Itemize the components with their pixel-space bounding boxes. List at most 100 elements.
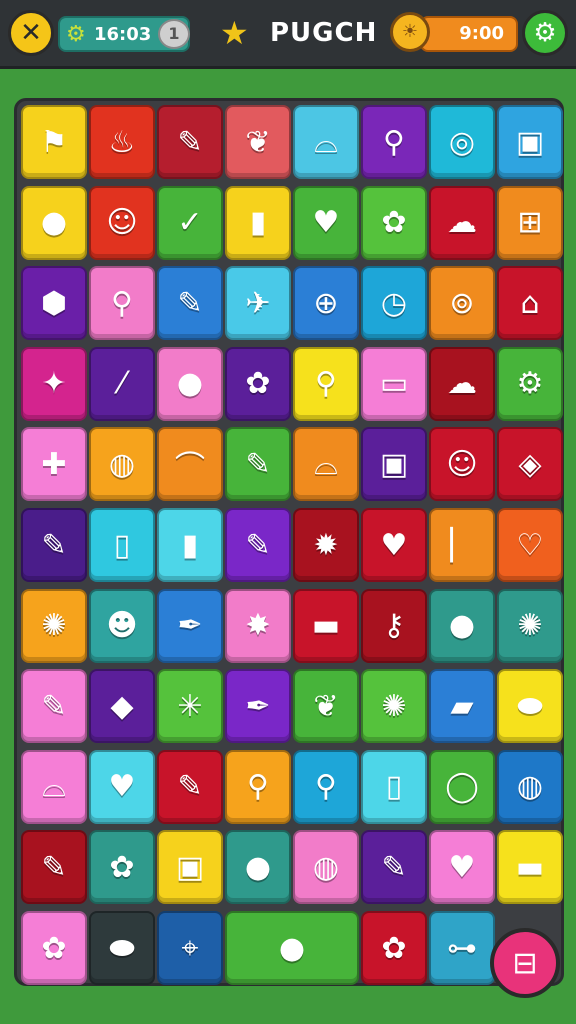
- tile[interactable]: ⌓: [293, 427, 359, 502]
- tile[interactable]: ⁄: [89, 346, 155, 421]
- tile[interactable]: ☁: [429, 185, 495, 260]
- tile[interactable]: ✳: [157, 669, 223, 744]
- tile[interactable]: ✿: [89, 830, 155, 905]
- tile[interactable]: ✿: [21, 911, 87, 985]
- tile[interactable]: ▬: [293, 588, 359, 663]
- pen-icon: ▏: [450, 527, 474, 563]
- tile[interactable]: ✓: [157, 185, 223, 260]
- tile[interactable]: ▣: [361, 427, 427, 502]
- action-button[interactable]: ⊟: [490, 928, 560, 998]
- tile[interactable]: ♥: [429, 830, 495, 905]
- tile[interactable]: ✺: [497, 588, 563, 663]
- tile[interactable]: ⬬: [89, 911, 155, 985]
- pencil-icon: ✎: [177, 769, 203, 805]
- tile[interactable]: ✦: [21, 346, 87, 421]
- tile[interactable]: ✿: [361, 185, 427, 260]
- tile[interactable]: ▭: [361, 346, 427, 421]
- tile[interactable]: ✒: [225, 669, 291, 744]
- tile[interactable]: ▣: [157, 830, 223, 905]
- pencil-icon: ✎: [41, 688, 67, 724]
- tile[interactable]: ●: [157, 346, 223, 421]
- tile[interactable]: ●: [225, 911, 359, 985]
- close-button[interactable]: ✕: [8, 10, 54, 56]
- tile[interactable]: ⚲: [293, 346, 359, 421]
- tile[interactable]: ✺: [21, 588, 87, 663]
- tile[interactable]: ✈: [225, 266, 291, 341]
- tile[interactable]: ✎: [361, 830, 427, 905]
- tile[interactable]: ✎: [157, 105, 223, 179]
- tile[interactable]: ✎: [225, 508, 291, 582]
- tile[interactable]: ☺: [89, 185, 155, 260]
- tile[interactable]: ⌖: [157, 911, 223, 985]
- shoe-icon: ⌓: [314, 124, 338, 160]
- tile[interactable]: ▏: [429, 508, 495, 582]
- tile[interactable]: ⌓: [293, 105, 359, 179]
- tile[interactable]: ☁: [429, 346, 495, 421]
- tile[interactable]: ✿: [361, 911, 427, 985]
- tile[interactable]: ⌓: [21, 749, 87, 824]
- tile[interactable]: ❦: [225, 105, 291, 179]
- tile[interactable]: ⚲: [361, 105, 427, 179]
- tile[interactable]: ▮: [157, 508, 223, 582]
- tile[interactable]: ❦: [293, 669, 359, 744]
- tile[interactable]: ♥: [293, 185, 359, 260]
- heart-icon: ♥: [108, 769, 136, 805]
- tile[interactable]: ✿: [225, 346, 291, 421]
- tile[interactable]: ⌒: [157, 427, 223, 502]
- cup-icon: ✿: [381, 205, 407, 241]
- tile[interactable]: ⊶: [429, 911, 495, 985]
- tile[interactable]: ♥: [89, 749, 155, 824]
- tile[interactable]: ◍: [89, 427, 155, 502]
- tile[interactable]: ▯: [361, 749, 427, 824]
- tile[interactable]: ♥: [361, 508, 427, 582]
- tile[interactable]: ⊕: [293, 266, 359, 341]
- tile[interactable]: ♨: [89, 105, 155, 179]
- lock-icon: ⌂: [520, 285, 540, 321]
- tile[interactable]: ●: [21, 185, 87, 260]
- tile[interactable]: ▯: [89, 508, 155, 582]
- tile[interactable]: ⊚: [429, 266, 495, 341]
- tile[interactable]: ☺: [429, 427, 495, 502]
- tile[interactable]: ◯: [429, 749, 495, 824]
- leaf-icon: ●: [244, 849, 272, 885]
- tile[interactable]: ◷: [361, 266, 427, 341]
- tile[interactable]: ✹: [293, 508, 359, 582]
- tile[interactable]: ▬: [497, 830, 563, 905]
- gear-icon: ⚙: [66, 22, 86, 47]
- tile[interactable]: ◈: [497, 427, 563, 502]
- tile[interactable]: ⬬: [497, 669, 563, 744]
- tile[interactable]: ✎: [21, 508, 87, 582]
- tile[interactable]: ✎: [157, 749, 223, 824]
- tile[interactable]: ⊞: [497, 185, 563, 260]
- tile[interactable]: ⚷: [361, 588, 427, 663]
- tile[interactable]: ⬢: [21, 266, 87, 341]
- tile[interactable]: ☻: [89, 588, 155, 663]
- tile[interactable]: ⚲: [293, 749, 359, 824]
- tile[interactable]: ▣: [497, 105, 563, 179]
- tile[interactable]: ✒: [157, 588, 223, 663]
- tile[interactable]: ●: [429, 588, 495, 663]
- tile[interactable]: ✚: [21, 427, 87, 502]
- counter-badge[interactable]: 1: [158, 19, 190, 49]
- camera-icon: ▣: [175, 849, 205, 885]
- tile[interactable]: ✺: [361, 669, 427, 744]
- tile[interactable]: ⚑: [21, 105, 87, 179]
- tile[interactable]: ✎: [225, 427, 291, 502]
- tile[interactable]: ✎: [157, 266, 223, 341]
- tile[interactable]: ◎: [429, 105, 495, 179]
- tile[interactable]: ◍: [293, 830, 359, 905]
- tile[interactable]: ✎: [21, 830, 87, 905]
- tile[interactable]: ⚲: [225, 749, 291, 824]
- tile[interactable]: ⌂: [497, 266, 563, 341]
- settings-button[interactable]: ⚙: [522, 10, 568, 56]
- tile[interactable]: ◆: [89, 669, 155, 744]
- tile[interactable]: ✎: [21, 669, 87, 744]
- tile[interactable]: ▮: [225, 185, 291, 260]
- tile[interactable]: ✸: [225, 588, 291, 663]
- tile[interactable]: ◍: [497, 749, 563, 824]
- tile[interactable]: ♡: [497, 508, 563, 582]
- tile[interactable]: ▰: [429, 669, 495, 744]
- tile[interactable]: ●: [225, 830, 291, 905]
- tile[interactable]: ⚙: [497, 346, 563, 421]
- tile[interactable]: ⚲: [89, 266, 155, 341]
